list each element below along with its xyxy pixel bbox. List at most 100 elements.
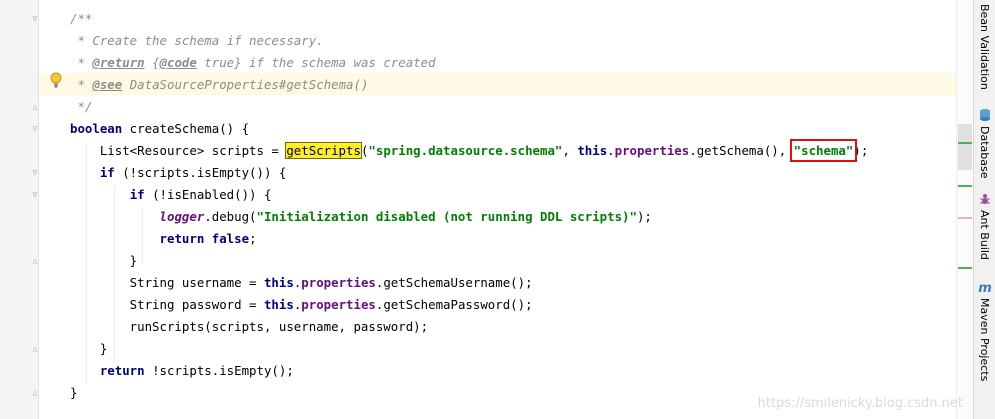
code-line[interactable]: * @see DataSourceProperties#getSchema(): [70, 74, 971, 96]
code-token: .debug(: [204, 209, 257, 224]
code-token: @return: [92, 55, 145, 70]
code-line[interactable]: boolean createSchema() {: [70, 118, 971, 140]
code-token: return: [99, 363, 145, 378]
code-token: @code: [159, 55, 197, 70]
change-marker[interactable]: [958, 142, 972, 144]
code-token: properties: [301, 297, 376, 312]
error-stripe[interactable]: [956, 0, 973, 419]
code-token: DataSourceProperties#getSchema(): [122, 77, 369, 92]
ant-icon: [979, 194, 990, 204]
code-token: "spring.datasource.schema": [368, 143, 563, 158]
code-token: }: [70, 385, 78, 400]
code-line[interactable]: */: [70, 96, 971, 118]
code-line[interactable]: String password = this.properties.getSch…: [70, 294, 971, 316]
code-line[interactable]: List<Resource> scripts = getScripts("spr…: [70, 139, 971, 162]
tool-window-label: Bean Validation: [978, 4, 991, 90]
tool-window-label: Database: [978, 126, 991, 179]
code-token: }: [70, 253, 138, 268]
fold-toggle-icon[interactable]: △: [31, 103, 39, 111]
code-token: boolean: [70, 121, 123, 136]
fold-toggle-icon[interactable]: ▽: [31, 169, 39, 177]
fold-toggle-icon[interactable]: △: [31, 257, 39, 265]
code-token: !scripts.isEmpty();: [144, 363, 294, 378]
code-token: this: [263, 297, 294, 312]
code-line[interactable]: logger.debug("Initialization disabled (n…: [70, 206, 971, 228]
code-token: /**: [70, 11, 93, 26]
database-icon: [979, 109, 990, 121]
code-token: if: [129, 187, 145, 202]
code-token: String password =: [70, 297, 264, 312]
code-line[interactable]: if (!isEnabled()) {: [70, 184, 971, 206]
tool-window-label: Maven Projects: [978, 298, 991, 382]
code-token: if: [99, 165, 115, 180]
code-token: "schema": [789, 139, 858, 162]
code-line[interactable]: /**: [70, 8, 971, 30]
code-token: properties: [614, 143, 690, 158]
code-token: @see: [92, 77, 123, 92]
code-token: runScripts(scripts, username, password);: [70, 319, 429, 334]
code-token: ,: [562, 143, 578, 158]
tool-window-bar: Bean Validation Database Ant Build m Mav…: [973, 0, 995, 419]
code-editor[interactable]: /** * Create the schema if necessary. * …: [70, 8, 971, 404]
code-line[interactable]: * Create the schema if necessary.: [70, 30, 971, 52]
code-token: );: [636, 209, 652, 224]
code-token: true} if the schema was created: [196, 55, 436, 70]
code-line[interactable]: String username = this.properties.getSch…: [70, 272, 971, 294]
code-line[interactable]: return false;: [70, 228, 971, 250]
code-token: List<Resource> scripts =: [70, 143, 287, 158]
code-token: return false: [159, 231, 250, 246]
code-token: "Initialization disabled (not running DD…: [256, 209, 637, 224]
code-token: (!isEnabled()) {: [144, 187, 272, 202]
code-token: {: [144, 55, 160, 70]
warning-marker[interactable]: [958, 217, 972, 219]
code-token: *: [70, 55, 93, 70]
code-token: logger: [159, 209, 205, 224]
tool-window-bean-validation[interactable]: Bean Validation: [976, 4, 993, 90]
code-token: this: [577, 143, 608, 158]
code-token: *: [70, 77, 93, 92]
code-line[interactable]: * @return {@code true} if the schema was…: [70, 52, 971, 74]
fold-toggle-icon[interactable]: △: [31, 345, 39, 353]
code-line[interactable]: return !scripts.isEmpty();: [70, 360, 971, 382]
code-token: this: [263, 275, 294, 290]
code-token: .getSchema(),: [689, 143, 794, 158]
code-token: (!scripts.isEmpty()) {: [114, 165, 287, 180]
change-marker[interactable]: [958, 267, 972, 269]
scrollbar-thumb[interactable]: [958, 124, 972, 170]
code-line[interactable]: if (!scripts.isEmpty()) {: [70, 162, 971, 184]
code-token: }: [70, 341, 108, 356]
code-token: createSchema() {: [122, 121, 250, 136]
fold-toggle-icon[interactable]: △: [31, 389, 39, 397]
code-token: ;: [249, 231, 257, 246]
tool-window-maven-projects[interactable]: m Maven Projects: [976, 280, 993, 381]
code-line[interactable]: runScripts(scripts, username, password);: [70, 316, 971, 338]
code-line[interactable]: }: [70, 338, 971, 360]
code-token: );: [853, 143, 869, 158]
change-marker[interactable]: [958, 185, 972, 187]
code-line[interactable]: }: [70, 250, 971, 272]
tool-window-label: Ant Build: [978, 210, 991, 260]
maven-icon: m: [978, 281, 992, 294]
fold-toggle-icon[interactable]: ▽: [31, 191, 39, 199]
code-token: .getSchemaUsername();: [375, 275, 533, 290]
code-token: .getSchemaPassword();: [375, 297, 533, 312]
editor-gutter[interactable]: ▽ △ ▽ ▽ ▽ △ △ △: [0, 0, 39, 419]
code-token: * Create the schema if necessary.: [70, 33, 324, 48]
svg-text:m: m: [978, 281, 992, 294]
code-token: .: [607, 143, 615, 158]
watermark: https://smilenicky.blog.csdn.net: [757, 396, 963, 411]
fold-toggle-icon[interactable]: ▽: [31, 125, 39, 133]
tool-window-database[interactable]: Database: [976, 108, 993, 179]
code-token: String username =: [70, 275, 264, 290]
code-token: getScripts: [285, 142, 362, 159]
fold-toggle-icon[interactable]: ▽: [31, 15, 39, 23]
tool-window-ant-build[interactable]: Ant Build: [976, 192, 993, 260]
code-token: properties: [301, 275, 376, 290]
code-token: */: [70, 99, 93, 114]
lightbulb-icon[interactable]: [49, 72, 63, 89]
